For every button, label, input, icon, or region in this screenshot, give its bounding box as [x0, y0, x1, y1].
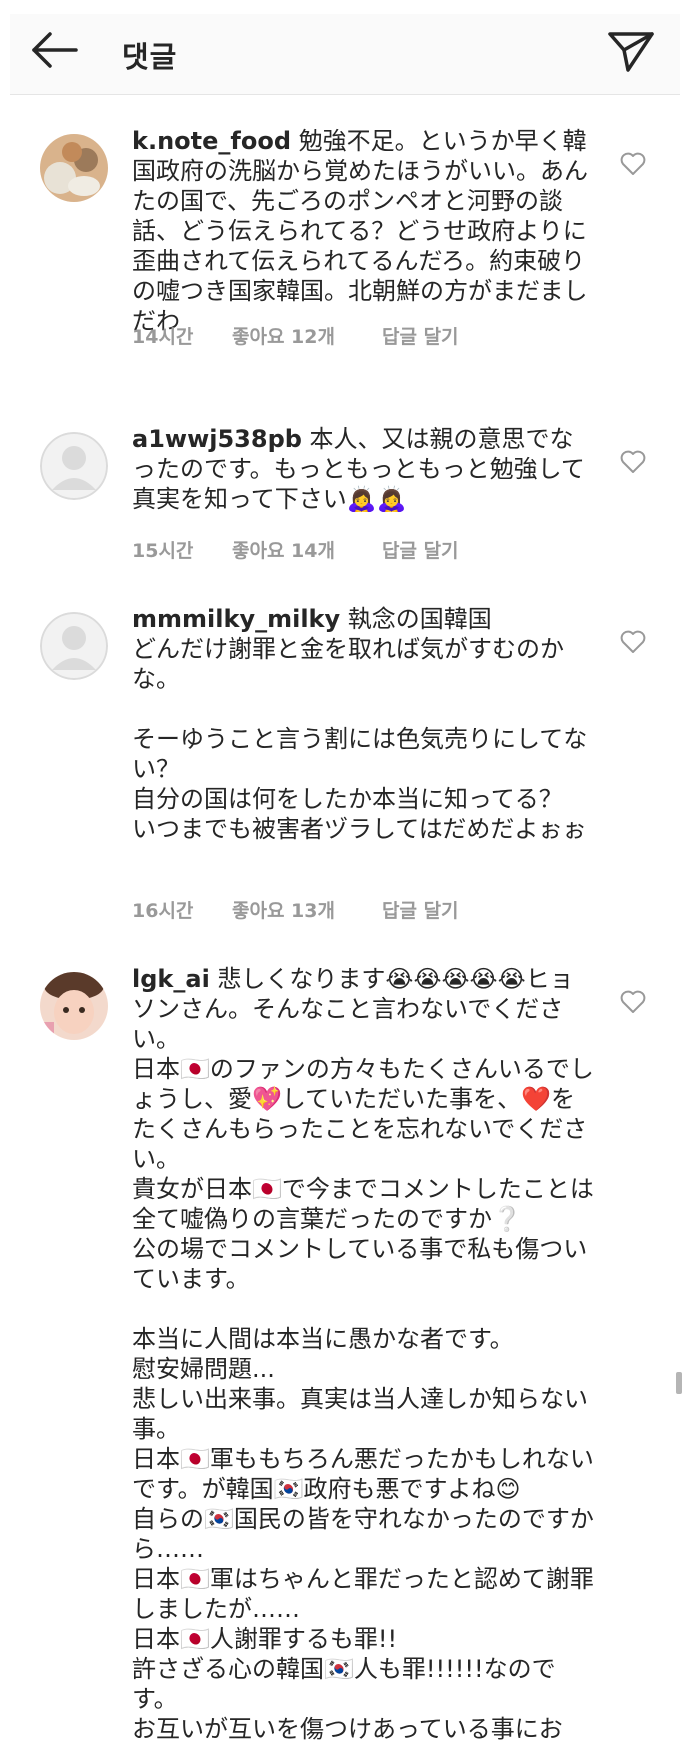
- comment-likes[interactable]: 좋아요 12개: [232, 322, 382, 349]
- comment-body: a1wwj538pb 本人、又は親の意思でなったのです。もっともっともっと勉強し…: [132, 424, 596, 514]
- back-button[interactable]: [28, 28, 82, 72]
- comment-username[interactable]: k.note_food: [132, 127, 291, 155]
- comment-time: 15시간: [132, 540, 194, 562]
- comment-username[interactable]: mmmilky_milky: [132, 605, 340, 633]
- avatar[interactable]: [40, 134, 108, 202]
- page-title: 댓글: [122, 40, 178, 74]
- comment-meta: 14시간 좋아요 12개 답글 달기: [132, 322, 459, 349]
- scrollbar-thumb[interactable]: [676, 1372, 682, 1394]
- comment-username[interactable]: lgk_ai: [132, 965, 210, 993]
- comment-body: k.note_food 勉強不足。というか早く韓国政府の洗脳から覚めたほうがいい…: [132, 126, 596, 336]
- reply-button[interactable]: 답글 달기: [382, 896, 459, 923]
- comment-time: 14시간: [132, 326, 194, 348]
- heart-icon: [620, 450, 646, 473]
- avatar[interactable]: [40, 972, 108, 1040]
- comment-body: lgk_ai 悲しくなります😭😭😭😭😭ヒョソンさん。そんなこと言わないでください…: [132, 964, 596, 1744]
- arrow-left-icon: [32, 32, 78, 68]
- comment-likes[interactable]: 좋아요 13개: [232, 896, 382, 923]
- comment-text: 悲しくなります😭😭😭😭😭ヒョソンさん。そんなこと言わないでください。 日本🇯🇵の…: [132, 965, 594, 1743]
- reply-button[interactable]: 답글 달기: [382, 536, 459, 563]
- heart-icon: [620, 152, 646, 175]
- comment-likes[interactable]: 좋아요 14개: [232, 536, 382, 563]
- heart-icon: [620, 990, 646, 1013]
- like-button[interactable]: [620, 630, 646, 654]
- send-button[interactable]: [606, 26, 656, 76]
- reply-button[interactable]: 답글 달기: [382, 322, 459, 349]
- paper-plane-icon: [608, 32, 654, 72]
- avatar[interactable]: [40, 612, 108, 680]
- avatar[interactable]: [40, 432, 108, 500]
- header-bar: 댓글: [10, 14, 680, 95]
- like-button[interactable]: [620, 450, 646, 474]
- comment-meta: 16시간 좋아요 13개 답글 달기: [132, 896, 459, 923]
- comment-time: 16시간: [132, 900, 194, 922]
- comment-meta: 15시간 좋아요 14개 답글 달기: [132, 536, 459, 563]
- heart-icon: [620, 630, 646, 653]
- like-button[interactable]: [620, 990, 646, 1014]
- comment-body: mmmilky_milky 執念の国韓国 どんだけ謝罪と金を取れば気がすむのかな…: [132, 604, 596, 844]
- comment-text: 執念の国韓国 どんだけ謝罪と金を取れば気がすむのかな。 そーゆうこと言う割には色…: [132, 605, 588, 843]
- like-button[interactable]: [620, 152, 646, 176]
- comment-username[interactable]: a1wwj538pb: [132, 425, 302, 453]
- comment-text: 勉強不足。というか早く韓国政府の洗脳から覚めたほうがいい。あんたの国で、先ごろの…: [132, 127, 588, 335]
- comments-screen: 댓글 k.note_food 勉強不足。というか早く韓国政府の洗脳から覚めたほう…: [0, 0, 690, 1762]
